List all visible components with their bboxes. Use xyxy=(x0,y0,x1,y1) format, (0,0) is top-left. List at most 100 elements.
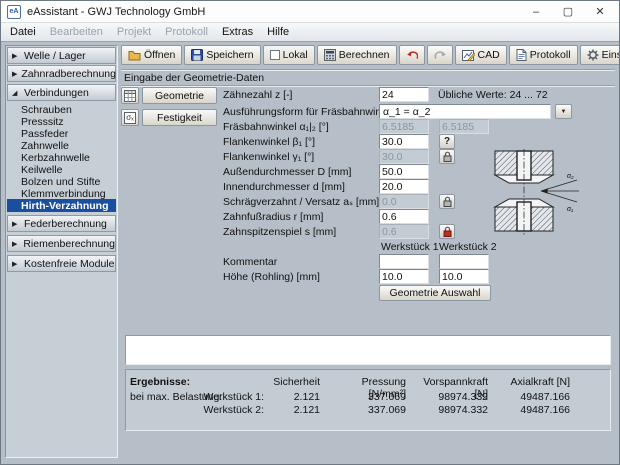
einstellungen-button[interactable]: Einstellungen xyxy=(580,45,620,65)
flankenwinkel-gamma-label: Flankenwinkel γ₁ [°] xyxy=(223,151,314,163)
toolbar: Öffnen Speichern Lokal Berechnen xyxy=(121,45,615,66)
werkstueck1-column-header: Werkstück 1 xyxy=(381,241,439,253)
open-button[interactable]: Öffnen xyxy=(121,45,182,65)
minimize-button[interactable]: – xyxy=(523,3,549,21)
geometrie-auswahl-button[interactable]: Geometrie Auswahl xyxy=(379,285,491,301)
row2-vorspannkraft: 98974.332 xyxy=(408,404,488,416)
open-label: Öffnen xyxy=(144,49,175,61)
sidebar-label: Zahnradberechnung xyxy=(21,68,116,80)
menu-bar: Datei Bearbeiten Projekt Protokoll Extra… xyxy=(1,23,619,42)
werkstueck2-column-header: Werkstück 2 xyxy=(439,241,497,253)
col-axialkraft: Axialkraft [N] xyxy=(490,376,570,388)
row1-axialkraft: 49487.166 xyxy=(490,391,570,403)
row1-vorspannkraft: 98974.332 xyxy=(408,391,488,403)
sidebar-item-riemenberechnung[interactable]: ▶ Riemenberechnung xyxy=(7,235,116,252)
cad-button[interactable]: CAD xyxy=(455,45,507,65)
save-button[interactable]: Speichern xyxy=(184,45,260,65)
question-button[interactable]: ? xyxy=(439,134,455,149)
flankenwinkel-beta-input[interactable] xyxy=(379,134,429,149)
col-sicherheit: Sicherheit xyxy=(246,376,320,388)
fraesbahnwinkel-input-1 xyxy=(379,119,429,134)
module-sidebar: ▶ Welle / Lager ▶ Zahnradberechnung ◢ Ve… xyxy=(5,45,118,458)
chevron-down-icon: ▼ xyxy=(561,109,567,115)
protokoll-button[interactable]: Protokoll xyxy=(509,45,578,65)
hoehe-input-2[interactable] xyxy=(439,269,489,284)
undo-arrow-icon xyxy=(406,50,418,61)
maximize-button[interactable]: ▢ xyxy=(555,3,581,21)
grid-icon xyxy=(124,90,136,102)
festigkeit-tab-button[interactable]: Festigkeit xyxy=(142,109,217,126)
alpha1-label: α₁ xyxy=(567,206,574,213)
row1-pressung: 337.069 xyxy=(326,391,406,403)
flankenwinkel-gamma-input xyxy=(379,149,429,164)
hoehe-input-1[interactable] xyxy=(379,269,429,284)
close-button[interactable]: ✕ xyxy=(587,3,613,21)
message-box xyxy=(125,335,611,365)
lock-icon xyxy=(443,196,452,207)
save-label: Speichern xyxy=(206,49,253,61)
fraesbahnwinkel-label: Fräsbahnwinkel α₁|₂ [°] xyxy=(223,121,329,133)
folder-open-icon xyxy=(128,49,141,61)
app-icon: eA xyxy=(7,5,21,19)
row2-axialkraft: 49487.166 xyxy=(490,404,570,416)
zaehnezahl-label: Zähnezahl z [-] xyxy=(223,89,292,101)
main-panel: Öffnen Speichern Lokal Berechnen xyxy=(121,45,617,459)
innendurchmesser-input[interactable] xyxy=(379,179,429,194)
sidebar-item-zahnradberechnung[interactable]: ▶ Zahnradberechnung xyxy=(7,65,116,82)
geometrie-icon-button[interactable] xyxy=(121,87,139,104)
lokal-label: Lokal xyxy=(283,49,308,61)
zahnfussradius-label: Zahnfußradius r [mm] xyxy=(223,211,323,223)
lokal-checkbox-group[interactable]: Lokal xyxy=(263,45,315,65)
row1-sicherheit: 2.121 xyxy=(246,391,320,403)
menu-extras[interactable]: Extras xyxy=(215,24,260,40)
sidebar-item-kostenfreie-module[interactable]: ▶ Kostenfreie Module xyxy=(7,255,116,272)
section-title: Eingabe der Geometrie-Daten xyxy=(124,72,264,84)
sidebar-label: Verbindungen xyxy=(24,87,89,99)
festigkeit-icon-button[interactable]: σₓ xyxy=(121,109,139,126)
geometrie-tab-button[interactable]: Geometrie xyxy=(142,87,217,104)
sidebar-item-hirth-verzahnung[interactable]: Hirth-Verzahnung xyxy=(7,199,116,212)
sidebar-item-welle-lager[interactable]: ▶ Welle / Lager xyxy=(7,47,116,64)
menu-datei[interactable]: Datei xyxy=(3,24,43,40)
chevron-right-icon: ▶ xyxy=(12,240,19,248)
sigma-icon: σₓ xyxy=(124,112,136,124)
dropdown-arrow-button[interactable]: ▼ xyxy=(555,104,572,119)
zaehnezahl-input[interactable] xyxy=(379,87,429,102)
chevron-right-icon: ▶ xyxy=(12,70,17,78)
kommentar-input-2[interactable] xyxy=(439,254,489,269)
lock-versatz-button[interactable] xyxy=(439,194,455,209)
menu-projekt: Projekt xyxy=(110,24,158,40)
einstellungen-label: Einstellungen xyxy=(602,49,620,61)
row2-pressung: 337.069 xyxy=(326,404,406,416)
cad-label: CAD xyxy=(478,49,500,61)
app-window: eA eAssistant - GWJ Technology GmbH – ▢ … xyxy=(0,0,620,465)
ausfuehrungsform-select[interactable]: α_1 = α_2 xyxy=(379,104,551,119)
undo-button[interactable] xyxy=(399,45,425,65)
sidebar-label: Kostenfreie Module xyxy=(24,258,114,270)
lock-gamma-button[interactable] xyxy=(439,149,455,164)
hirth-coupling-diagram: α₂ α₁ xyxy=(489,149,581,235)
lock-zahnspitzenspiel-button[interactable] xyxy=(439,224,455,239)
menu-hilfe[interactable]: Hilfe xyxy=(260,24,296,40)
aussendurchmesser-input[interactable] xyxy=(379,164,429,179)
chevron-expanded-icon: ◢ xyxy=(12,89,20,97)
aussendurchmesser-label: Außendurchmesser D [mm] xyxy=(223,166,351,178)
lokal-checkbox[interactable] xyxy=(270,50,280,60)
chevron-right-icon: ▶ xyxy=(12,260,20,268)
chevron-right-icon: ▶ xyxy=(12,220,20,228)
zahnfussradius-input[interactable] xyxy=(379,209,429,224)
flankenwinkel-beta-label: Flankenwinkel β₁ [°] xyxy=(223,136,315,148)
innendurchmesser-label: Innendurchmesser d [mm] xyxy=(223,181,345,193)
calculate-label: Berechnen xyxy=(339,49,390,61)
floppy-disk-icon xyxy=(191,49,203,61)
results-title: Ergebnisse: xyxy=(130,376,190,388)
question-icon: ? xyxy=(444,136,450,147)
row2-sicherheit: 2.121 xyxy=(246,404,320,416)
zahnspitzenspiel-input xyxy=(379,224,429,239)
versatz-label: Schrägverzahnt / Versatz aₛ [mm] xyxy=(223,196,379,208)
kommentar-label: Kommentar xyxy=(223,256,277,268)
kommentar-input-1[interactable] xyxy=(379,254,429,269)
sidebar-item-verbindungen[interactable]: ◢ Verbindungen xyxy=(7,84,116,101)
calculate-button[interactable]: Berechnen xyxy=(317,45,397,65)
sidebar-item-federberechnung[interactable]: ▶ Federberechnung xyxy=(7,215,116,232)
